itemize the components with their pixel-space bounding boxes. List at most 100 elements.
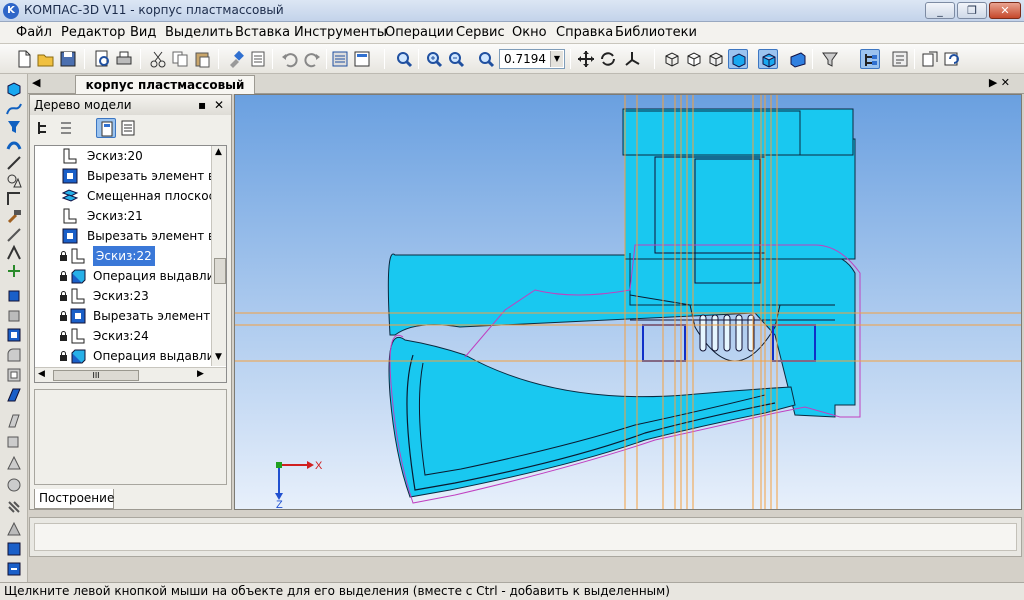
menu-tools[interactable]: Инструменты: [294, 25, 387, 40]
measure-icon[interactable]: [5, 190, 23, 208]
extrude-icon: [69, 267, 87, 285]
cut-icon[interactable]: [148, 49, 168, 69]
paste-icon[interactable]: [192, 49, 212, 69]
scroll-up-icon[interactable]: ▲: [215, 147, 222, 157]
orientation-icon[interactable]: [622, 49, 642, 69]
print-icon[interactable]: [114, 49, 134, 69]
geometry-icon[interactable]: [5, 172, 23, 190]
maximize-button[interactable]: ❐: [957, 2, 987, 19]
edit-details-icon[interactable]: [5, 80, 23, 98]
zoom-in-icon[interactable]: [424, 49, 444, 69]
tab-document[interactable]: корпус пластмассовый: [75, 75, 255, 94]
variables-icon[interactable]: [890, 49, 910, 69]
mirror-op-icon[interactable]: [5, 412, 23, 430]
tree-list-mode-icon[interactable]: [118, 118, 138, 138]
close-button[interactable]: ✕: [989, 2, 1021, 19]
zoom-dropdown-icon[interactable]: ▼: [550, 51, 563, 67]
extrude-op-icon[interactable]: [5, 286, 23, 304]
cut-extrude-icon: [61, 227, 79, 245]
lock-icon: [60, 271, 67, 281]
scroll-left-icon[interactable]: ◀: [38, 369, 45, 379]
menu-select[interactable]: Выделить: [165, 25, 233, 40]
variables-strip-icon[interactable]: [5, 262, 23, 280]
thread-op-icon[interactable]: [5, 498, 23, 516]
open-file-icon[interactable]: [36, 49, 56, 69]
dimensions-icon[interactable]: [5, 154, 23, 172]
tree-vertical-scrollbar[interactable]: ▲ ▼: [211, 146, 226, 366]
manager-icon[interactable]: [248, 49, 268, 69]
pin-icon[interactable]: ▪: [198, 95, 206, 115]
zoom-window-icon[interactable]: [394, 49, 414, 69]
zoom-scale-field[interactable]: 0.7194 ▼: [499, 49, 565, 69]
pan-icon[interactable]: [576, 49, 596, 69]
sheet-metal-icon[interactable]: [5, 226, 23, 244]
tree-structure-icon[interactable]: [34, 118, 54, 138]
spatial-curves-icon[interactable]: [5, 100, 23, 118]
menu-view[interactable]: Вид: [130, 25, 156, 40]
menu-window[interactable]: Окно: [512, 25, 547, 40]
model-canvas[interactable]: X Z: [235, 95, 1022, 510]
rotate-icon[interactable]: [598, 49, 618, 69]
redo-icon[interactable]: [302, 49, 322, 69]
tabs-right-controls[interactable]: ▶ ✕: [989, 76, 1010, 89]
rib-op-icon[interactable]: [5, 386, 23, 404]
tabs-left-arrow-icon[interactable]: ◀: [32, 76, 40, 89]
component-edit-icon[interactable]: [5, 540, 23, 558]
model-viewport[interactable]: X Z: [234, 94, 1022, 510]
rebuild-icon[interactable]: [942, 49, 962, 69]
model-tree-toggle-icon[interactable]: [860, 49, 880, 69]
array-op-icon[interactable]: [5, 432, 23, 450]
scroll-down-icon[interactable]: ▼: [215, 352, 222, 362]
marking-icon[interactable]: [5, 244, 23, 262]
tree-item-label: Вырезать элемент в: [93, 309, 222, 323]
hidden-removed-icon[interactable]: [706, 49, 726, 69]
menu-operations[interactable]: Операции: [385, 25, 454, 40]
tree-manager-icon[interactable]: [352, 49, 372, 69]
undo-icon[interactable]: [280, 49, 300, 69]
filter-selection-icon[interactable]: [5, 118, 23, 136]
rotate-op-icon[interactable]: [5, 306, 23, 324]
cut-op-icon[interactable]: [5, 326, 23, 344]
copy-icon[interactable]: [170, 49, 190, 69]
zoom-scale-icon[interactable]: [476, 49, 496, 69]
wireframe-icon[interactable]: [662, 49, 682, 69]
tree-item-label: Эскиз:23: [93, 289, 149, 303]
save-file-icon[interactable]: [58, 49, 78, 69]
hidden-lines-icon[interactable]: [684, 49, 704, 69]
zoom-out-icon[interactable]: [446, 49, 466, 69]
menu-help[interactable]: Справка: [556, 25, 613, 40]
tree-horizontal-scrollbar[interactable]: ◀ III ▶: [35, 367, 226, 382]
panel-close-icon[interactable]: ✕: [214, 95, 224, 115]
sphere-op-icon[interactable]: [5, 476, 23, 494]
scroll-thumb[interactable]: [214, 258, 226, 284]
scroll-thumb-h[interactable]: III: [53, 370, 139, 381]
update-model-icon[interactable]: [920, 49, 940, 69]
menu-libraries[interactable]: Библиотеки: [615, 25, 697, 40]
filters-icon[interactable]: [820, 49, 840, 69]
scroll-right-icon[interactable]: ▶: [197, 369, 204, 379]
format-brush-icon[interactable]: [226, 49, 246, 69]
draft-op-icon[interactable]: [5, 454, 23, 472]
new-file-icon[interactable]: [14, 49, 34, 69]
tree-info-area: [34, 389, 227, 485]
tab-build[interactable]: Построение: [34, 489, 114, 509]
menu-insert[interactable]: Вставка: [235, 25, 290, 40]
component-insert-icon[interactable]: [5, 560, 23, 578]
tree-order-icon[interactable]: [56, 118, 76, 138]
halftone-edges-icon[interactable]: [758, 49, 778, 69]
sketch-icon: [61, 147, 79, 165]
hole-op-icon[interactable]: [5, 520, 23, 538]
tree-view-mode-icon[interactable]: [96, 118, 116, 138]
minimize-button[interactable]: _: [925, 2, 955, 19]
menu-service[interactable]: Сервис: [456, 25, 505, 40]
menu-file[interactable]: Файл: [16, 25, 52, 40]
properties-icon[interactable]: [330, 49, 350, 69]
hammer-icon[interactable]: [5, 208, 23, 226]
menu-editor[interactable]: Редактор: [61, 25, 125, 40]
halftone-icon[interactable]: [728, 49, 748, 69]
print-preview-icon[interactable]: [92, 49, 112, 69]
shell-op-icon[interactable]: [5, 366, 23, 384]
fillet-op-icon[interactable]: [5, 346, 23, 364]
perspective-icon[interactable]: [788, 49, 808, 69]
surfaces-icon[interactable]: [5, 136, 23, 154]
